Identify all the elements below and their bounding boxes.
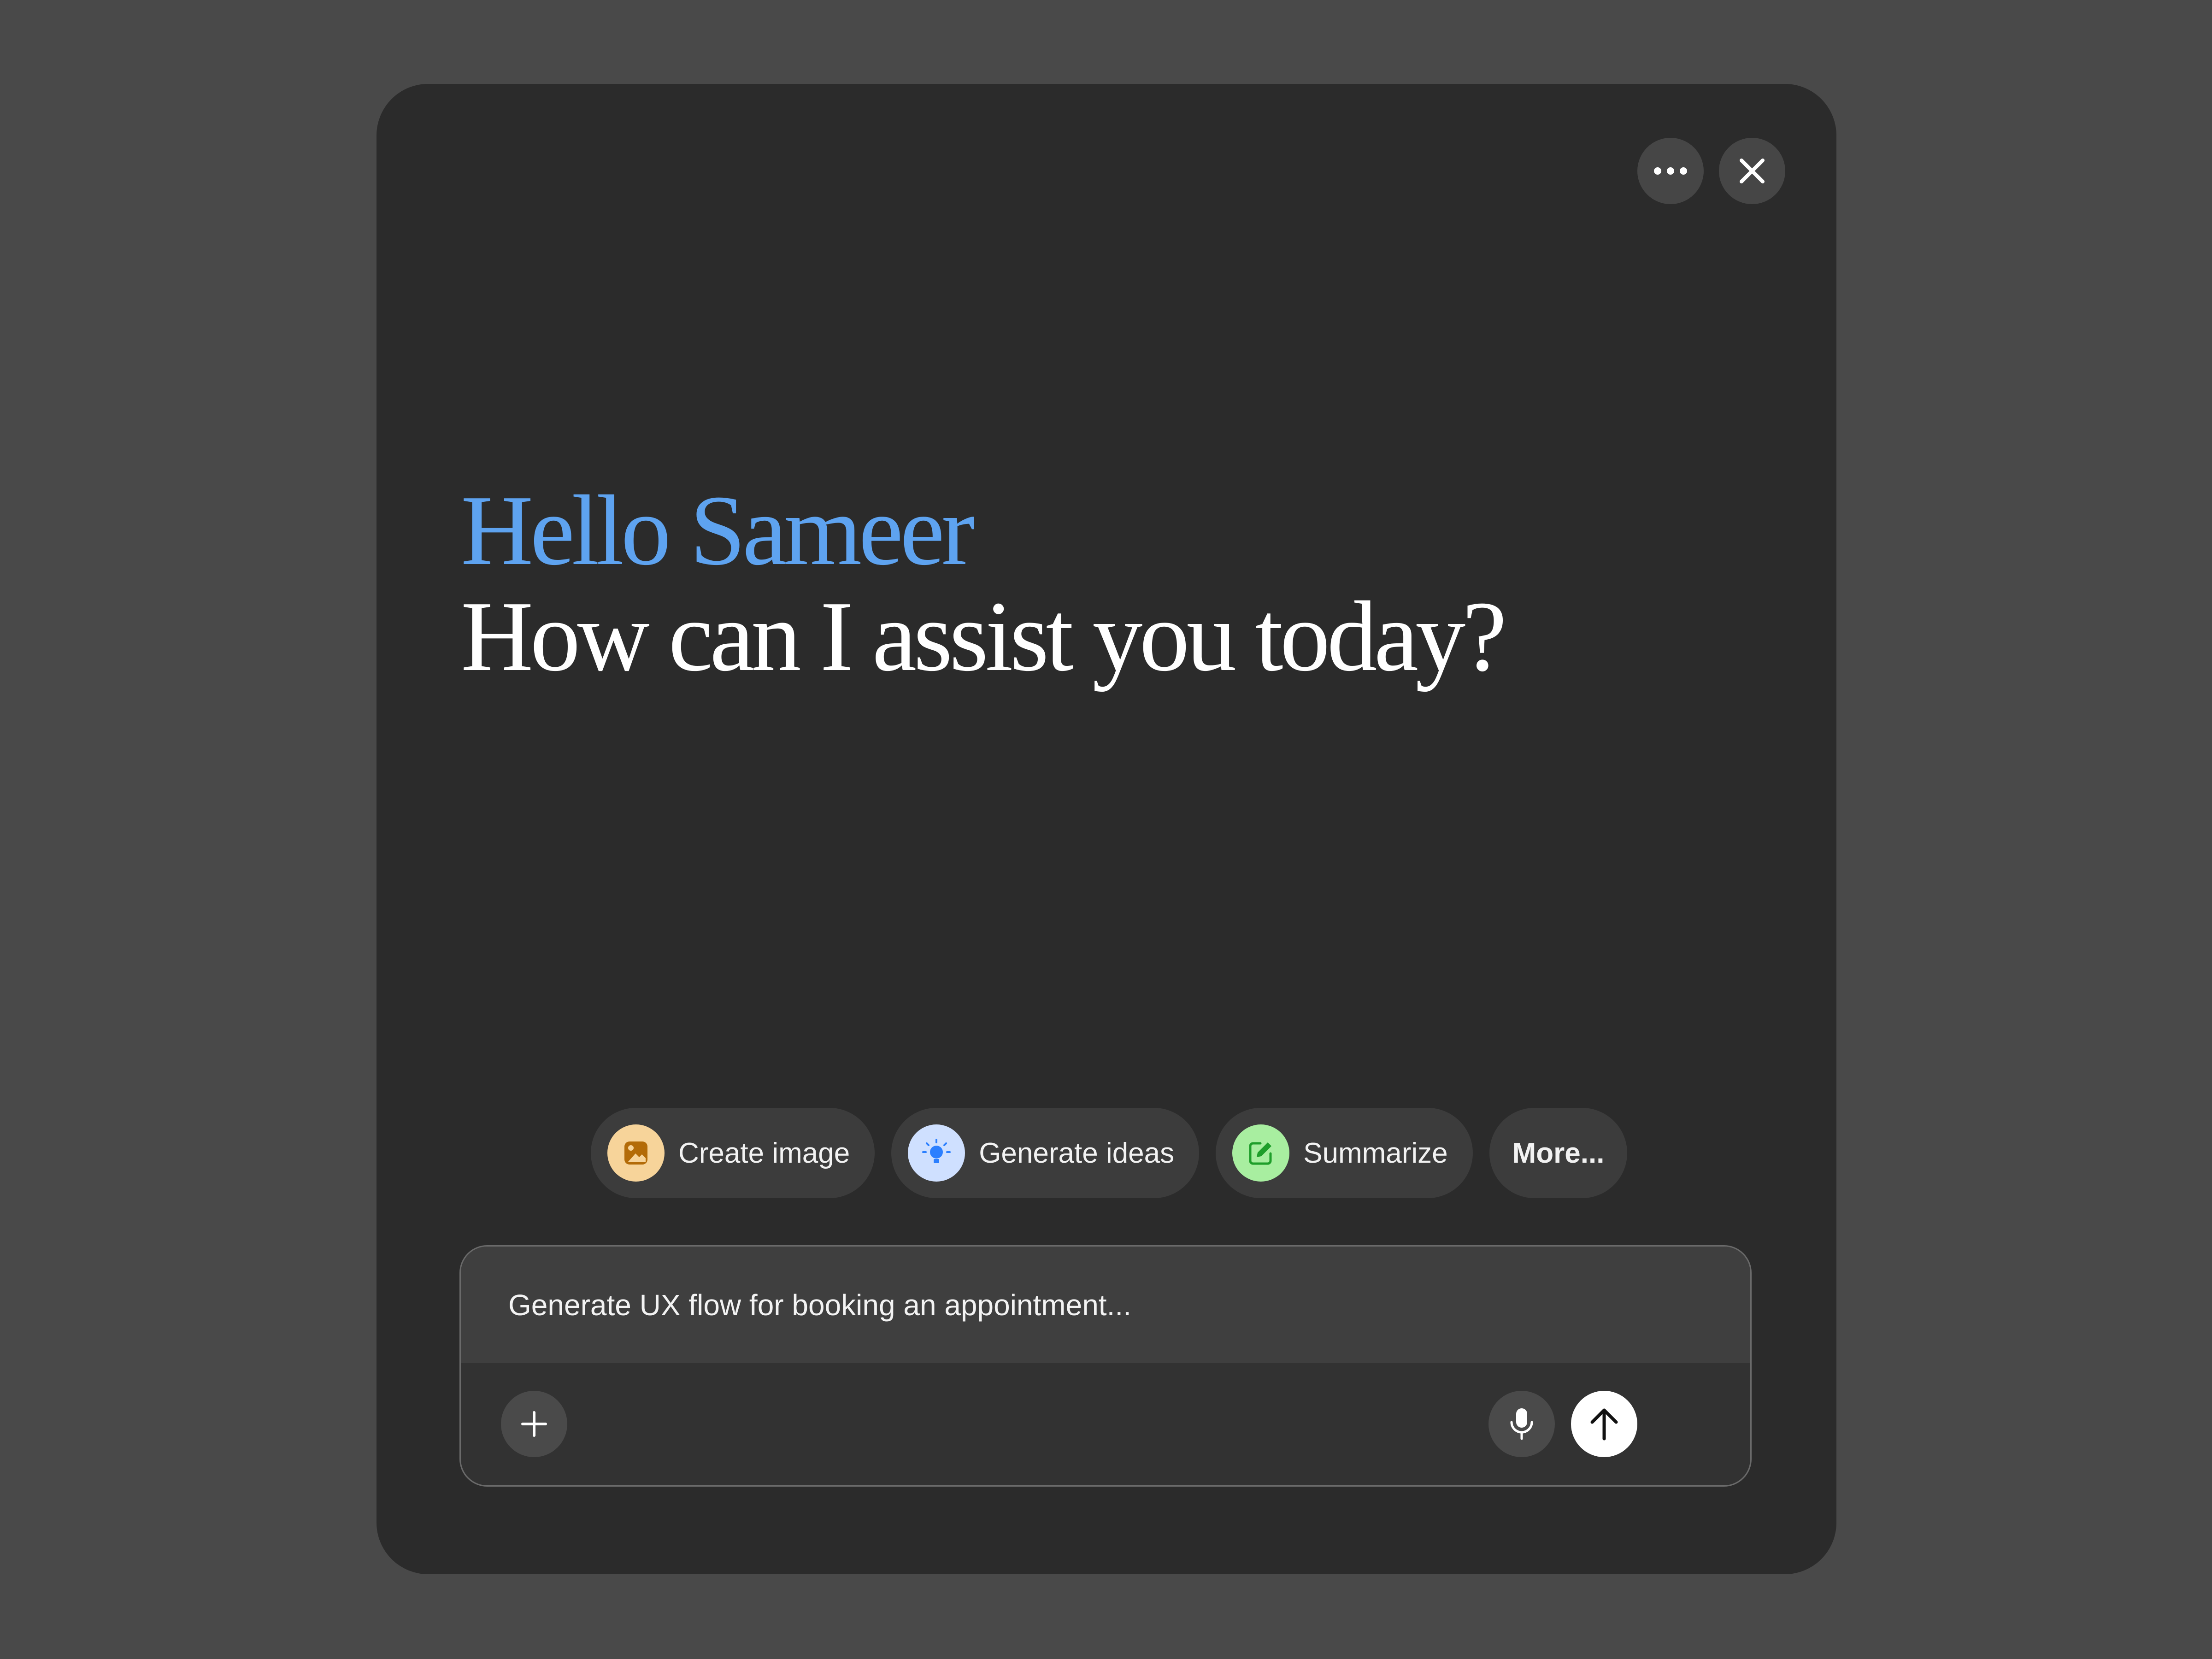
- close-button[interactable]: [1719, 138, 1785, 204]
- summarize-label: Summarize: [1303, 1137, 1448, 1169]
- arrow-up-icon: [1590, 1408, 1618, 1441]
- generate-ideas-chip[interactable]: Generate ideas: [891, 1108, 1200, 1198]
- ellipsis-icon: [1654, 167, 1687, 175]
- lightbulb-icon: [908, 1124, 965, 1182]
- suggestion-chips: Create image Generate ideas Summarize Mo…: [591, 1108, 1628, 1198]
- composer-toolbar: [461, 1363, 1750, 1485]
- send-button[interactable]: [1571, 1391, 1637, 1457]
- microphone-icon: [1510, 1408, 1533, 1440]
- greeting: Hello Sameer How can I assist you today?: [461, 475, 1507, 692]
- prompt-input-text: Generate UX flow for booking an appointm…: [508, 1288, 1131, 1322]
- generate-ideas-label: Generate ideas: [979, 1137, 1175, 1169]
- plus-icon: [521, 1411, 547, 1437]
- composer: Generate UX flow for booking an appointm…: [459, 1245, 1752, 1487]
- more-chip[interactable]: More...: [1489, 1108, 1628, 1198]
- greeting-question: How can I assist you today?: [461, 581, 1507, 692]
- assistant-panel: Hello Sameer How can I assist you today?…: [377, 84, 1836, 1574]
- summarize-chip[interactable]: Summarize: [1216, 1108, 1473, 1198]
- more-options-button[interactable]: [1637, 138, 1704, 204]
- prompt-input[interactable]: Generate UX flow for booking an appointm…: [461, 1247, 1750, 1363]
- create-image-label: Create image: [678, 1137, 850, 1169]
- close-icon: [1740, 159, 1765, 183]
- add-attachment-button[interactable]: [501, 1391, 567, 1457]
- microphone-button[interactable]: [1488, 1391, 1555, 1457]
- image-icon: [607, 1124, 665, 1182]
- edit-icon: [1232, 1124, 1290, 1182]
- create-image-chip[interactable]: Create image: [591, 1108, 875, 1198]
- greeting-name: Hello Sameer: [461, 475, 975, 586]
- more-label: More...: [1512, 1137, 1605, 1169]
